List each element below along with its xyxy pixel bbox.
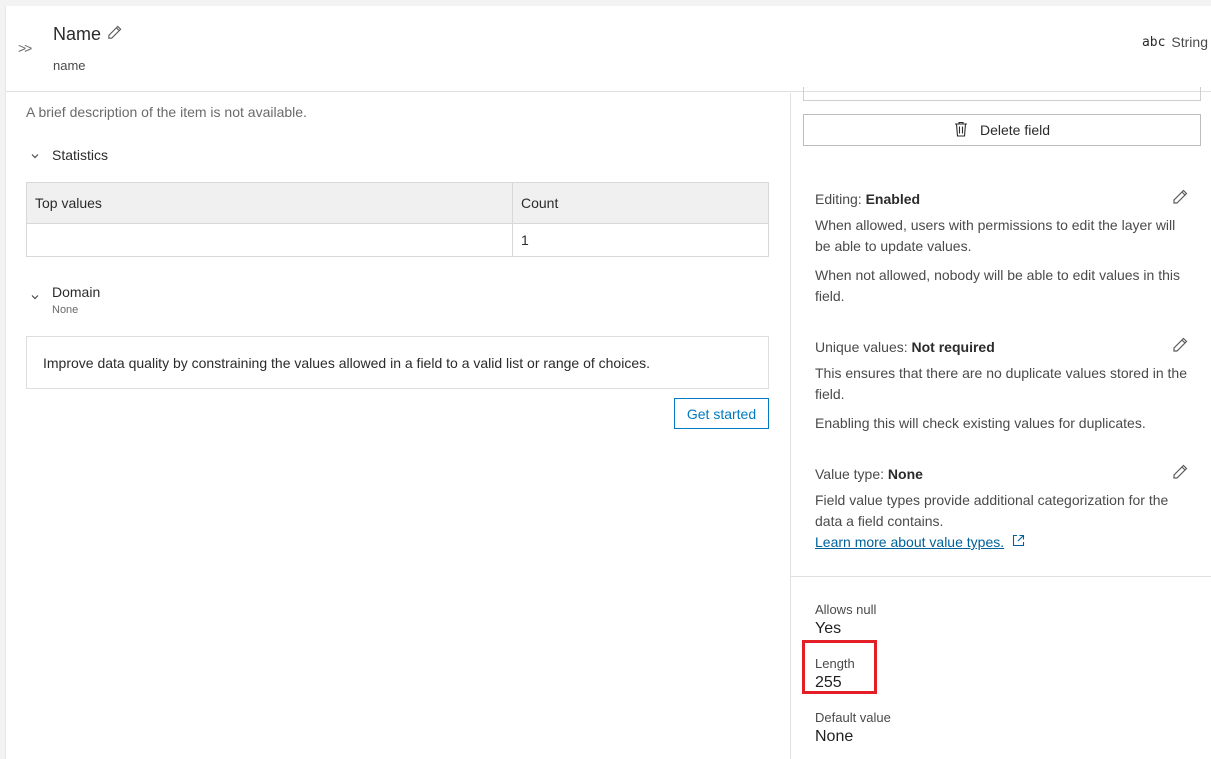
edit-value-type-pencil-icon[interactable]	[1172, 464, 1188, 483]
edit-unique-pencil-icon[interactable]	[1172, 337, 1188, 356]
string-type-icon: abc	[1141, 34, 1166, 50]
unique-values-setting: Unique values: Not required This ensures…	[815, 337, 1188, 434]
unique-values-label: Unique values: Not required	[815, 339, 1187, 355]
left-column: A brief description of the item is not a…	[6, 93, 790, 759]
editing-value: Enabled	[865, 191, 921, 207]
external-link-icon	[1012, 532, 1025, 553]
expand-panel-icon[interactable]: >>	[18, 40, 32, 56]
domain-info-box: Improve data quality by constraining the…	[26, 336, 769, 389]
default-value-label: Default value	[815, 710, 891, 725]
trash-icon	[954, 121, 968, 140]
domain-message: Improve data quality by constraining the…	[43, 354, 651, 371]
field-name: name	[53, 58, 86, 73]
allows-null-label: Allows null	[815, 602, 877, 617]
unique-values-note: Enabling this will check existing values…	[815, 415, 1146, 431]
delete-field-button[interactable]: Delete field	[803, 114, 1201, 146]
item-description: A brief description of the item is not a…	[26, 104, 307, 120]
unique-values-desc: This ensures that there are no duplicate…	[815, 365, 1187, 402]
editing-setting: Editing: Enabled When allowed, users wit…	[815, 189, 1188, 307]
unique-values-value: Not required	[911, 339, 995, 355]
default-value-value: None	[815, 728, 854, 745]
column-header-top-values: Top values	[26, 182, 513, 224]
section-divider	[791, 576, 1211, 577]
value-type-setting: Value type: None Field value types provi…	[815, 464, 1188, 553]
table-row: 1	[26, 223, 769, 257]
allows-null-property: Allows null Yes	[815, 602, 876, 638]
statistics-section-header[interactable]: Statistics	[30, 147, 108, 164]
domain-title: Domain	[52, 284, 101, 300]
field-details-panel: >> Name name abc String A brief descript…	[5, 6, 1211, 759]
field-type-label: String	[1171, 34, 1208, 50]
field-header: >> Name name abc String	[6, 6, 1211, 92]
field-type: abc String	[1142, 34, 1208, 50]
editing-label-text: Editing:	[815, 191, 862, 207]
unique-values-label-text: Unique values:	[815, 339, 908, 355]
get-started-button[interactable]: Get started	[674, 398, 769, 429]
chevron-down-icon	[30, 292, 40, 305]
chevron-down-icon	[30, 151, 40, 164]
domain-section-header[interactable]: Domain None	[30, 284, 100, 316]
top-value-cell	[26, 223, 513, 257]
value-type-label: Value type: None	[815, 466, 1187, 482]
field-input-edge[interactable]	[803, 87, 1201, 101]
learn-more-value-types-link[interactable]: Learn more about value types.	[815, 532, 1025, 553]
statistics-table: Top values Count 1	[26, 182, 769, 257]
field-title-text: Name	[53, 24, 102, 44]
allows-null-value: Yes	[815, 620, 842, 637]
length-highlight-box	[802, 640, 877, 694]
editing-desc-allowed: When allowed, users with permissions to …	[815, 217, 1176, 254]
domain-subtitle: None	[52, 304, 79, 316]
table-header-row: Top values Count	[26, 182, 769, 224]
editing-desc-not-allowed: When not allowed, nobody will be able to…	[815, 267, 1180, 304]
edit-title-pencil-icon[interactable]	[107, 24, 122, 45]
value-type-label-text: Value type:	[815, 466, 885, 482]
value-type-desc: Field value types provide additional cat…	[815, 490, 1187, 553]
statistics-title: Statistics	[52, 147, 109, 163]
field-title: Name	[53, 24, 122, 45]
learn-more-link-text: Learn more about value types.	[815, 534, 1005, 550]
default-value-property: Default value None	[815, 710, 891, 746]
value-type-value: None	[887, 466, 923, 482]
count-cell: 1	[512, 223, 769, 257]
editing-label: Editing: Enabled	[815, 191, 1187, 207]
value-type-desc-text: Field value types provide additional cat…	[815, 492, 1169, 529]
edit-editing-pencil-icon[interactable]	[1172, 189, 1188, 208]
delete-field-label: Delete field	[979, 122, 1051, 138]
column-header-count: Count	[512, 182, 769, 224]
